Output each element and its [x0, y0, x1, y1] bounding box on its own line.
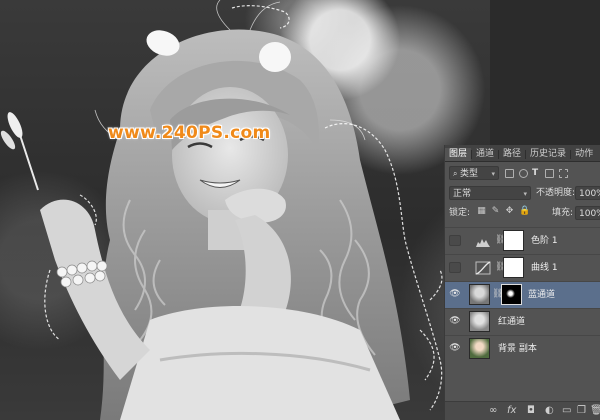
- layer-row-levels[interactable]: ⛓ 色阶 1: [445, 227, 600, 254]
- tab-history[interactable]: 历史记录: [526, 148, 570, 161]
- blend-mode-select[interactable]: 正常 ▾: [449, 186, 531, 200]
- layer-row-red-channel[interactable]: 👁 红通道: [445, 308, 600, 335]
- layers-panel-footer: ∞ fx ◘ ◐ ▭ ❐ 🗑: [445, 401, 600, 420]
- filter-pixel-icon[interactable]: [505, 169, 514, 178]
- link-icon[interactable]: ∞: [489, 405, 497, 417]
- opacity-label: 不透明度:: [536, 188, 576, 198]
- tab-layers[interactable]: 图层: [445, 148, 472, 161]
- layer-row-curves[interactable]: ⛓ 曲线 1: [445, 254, 600, 281]
- folder-icon[interactable]: ▭: [562, 405, 571, 417]
- layer-thumbnail[interactable]: [469, 338, 490, 359]
- chevron-down-icon: ▾: [491, 170, 495, 178]
- mask-icon[interactable]: ◘: [527, 405, 535, 417]
- layer-row-blue-channel[interactable]: 👁 ⛓ 蓝通道: [445, 281, 600, 308]
- eye-icon[interactable]: 👁: [449, 316, 461, 327]
- adjustment-icon[interactable]: ◐: [545, 405, 554, 417]
- layer-name[interactable]: 蓝通道: [528, 288, 555, 302]
- panel-tab-bar: 图层 通道 路径 历史记录 动作: [445, 145, 600, 162]
- layer-mask-thumbnail[interactable]: [503, 257, 524, 278]
- fill-input[interactable]: 100%: [575, 206, 600, 220]
- layer-mask-thumbnail[interactable]: [503, 230, 524, 251]
- layer-name[interactable]: 背景 副本: [498, 342, 537, 356]
- chevron-down-icon: ▾: [523, 190, 527, 198]
- blend-row: 正常 ▾ 不透明度: 100%: [445, 184, 600, 204]
- tab-channels[interactable]: 通道: [472, 148, 498, 161]
- tab-actions[interactable]: 动作: [571, 148, 597, 161]
- fx-icon[interactable]: fx: [507, 405, 516, 417]
- new-layer-icon[interactable]: ❐: [577, 405, 586, 417]
- lock-row: 锁定: ▦ ✎ ✥ 🔒 填充: 100%: [445, 204, 600, 224]
- eye-icon[interactable]: 👁: [449, 343, 461, 354]
- watermark-text: www.240PS.com: [108, 123, 271, 143]
- fill-value: 100%: [579, 209, 600, 219]
- opacity-value: 100%: [579, 189, 600, 199]
- eye-icon[interactable]: 👁: [449, 289, 461, 300]
- visibility-toggle-off[interactable]: [449, 235, 461, 246]
- trash-icon[interactable]: 🗑: [590, 405, 600, 417]
- lock-all-icon[interactable]: 🔒: [519, 207, 530, 216]
- levels-adjustment-icon: [476, 239, 490, 247]
- blend-mode-label: 正常: [453, 189, 472, 199]
- layer-name[interactable]: 色阶 1: [531, 234, 558, 248]
- visibility-toggle-off[interactable]: [449, 262, 461, 273]
- filter-shape-icon[interactable]: [545, 169, 554, 178]
- fill-label: 填充:: [552, 208, 574, 218]
- layer-row-background-copy[interactable]: 👁 背景 副本: [445, 335, 600, 362]
- filter-smart-object-icon[interactable]: [559, 169, 568, 178]
- filter-kind-select[interactable]: ⌕ 类型 ▾: [449, 166, 499, 180]
- lock-move-icon[interactable]: ✥: [505, 207, 514, 216]
- search-icon: ⌕: [453, 169, 461, 178]
- opacity-input[interactable]: 100%: [575, 186, 600, 200]
- layer-thumbnail[interactable]: [469, 284, 490, 305]
- filter-kind-label: 类型: [460, 169, 479, 179]
- tab-paths[interactable]: 路径: [499, 148, 525, 161]
- filter-adjustment-icon[interactable]: [519, 169, 528, 178]
- layer-thumbnail[interactable]: [469, 311, 490, 332]
- curves-adjustment-icon: [475, 261, 491, 275]
- layer-name[interactable]: 曲线 1: [531, 261, 558, 275]
- filter-type-icon[interactable]: T: [532, 166, 538, 180]
- layer-mask-thumbnail[interactable]: [501, 284, 522, 305]
- lock-paint-icon[interactable]: ✎: [491, 207, 500, 216]
- layer-name[interactable]: 红通道: [498, 315, 525, 329]
- lock-transparent-icon[interactable]: ▦: [477, 207, 486, 216]
- layers-panel: 图层 通道 路径 历史记录 动作 ⌕ 类型 ▾ T 正常 ▾ 不透明度: 100…: [444, 145, 600, 420]
- filter-row: ⌕ 类型 ▾ T: [445, 164, 600, 184]
- workspace-background: [490, 0, 600, 145]
- lock-label: 锁定:: [449, 208, 471, 218]
